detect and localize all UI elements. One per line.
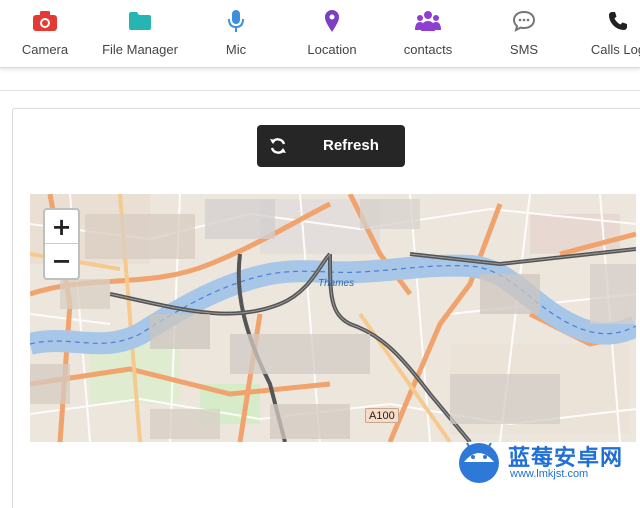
tab-label: Location (307, 42, 357, 57)
tab-calls-log[interactable]: Calls Log (568, 8, 640, 64)
tab-label: Mic (225, 42, 247, 57)
camera-icon (32, 8, 58, 34)
tab-label: Camera (21, 42, 69, 57)
tab-label: File Manager (102, 42, 178, 57)
zoom-in-button[interactable]: + (45, 210, 78, 244)
tab-label: SMS (509, 42, 539, 57)
site-watermark: 蓝莓安卓网 www.lmkjst.com (456, 436, 640, 488)
refresh-icon (269, 137, 287, 155)
tab-mic[interactable]: Mic (186, 8, 286, 64)
watermark-url: www.lmkjst.com (510, 468, 589, 480)
blueberry-logo-icon (459, 442, 499, 483)
tab-label: Calls Log (590, 42, 640, 57)
section-divider (0, 90, 640, 91)
tab-file-manager[interactable]: File Manager (90, 8, 190, 64)
tab-location[interactable]: Location (282, 8, 382, 64)
tab-camera[interactable]: Camera (0, 8, 95, 64)
map-zoom-control: + − (43, 208, 80, 280)
road-label: A100 (365, 408, 399, 423)
tab-label: contacts (403, 42, 453, 57)
refresh-label: Refresh (323, 137, 379, 154)
microphone-icon (223, 8, 249, 34)
chat-icon (511, 8, 537, 34)
map-pin-icon (319, 8, 345, 34)
feature-toolbar: Camera File Manager Mic Location contact… (0, 0, 640, 68)
location-map[interactable] (30, 194, 636, 442)
refresh-button[interactable]: Refresh (257, 125, 405, 167)
users-icon (415, 8, 441, 34)
map-tiles (30, 194, 636, 442)
river-label: Thames (318, 278, 355, 289)
tab-sms[interactable]: SMS (474, 8, 574, 64)
tab-contacts[interactable]: contacts (378, 8, 478, 64)
phone-icon (605, 8, 631, 34)
folder-icon (127, 8, 153, 34)
zoom-out-button[interactable]: − (45, 244, 78, 278)
